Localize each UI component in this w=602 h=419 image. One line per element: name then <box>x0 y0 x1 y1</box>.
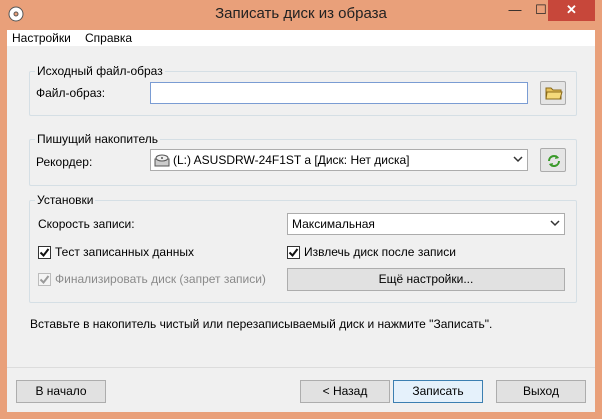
refresh-button[interactable] <box>540 148 566 172</box>
verify-data-label[interactable]: Тест записанных данных <box>55 245 194 259</box>
file-image-input[interactable] <box>150 82 528 104</box>
eject-disc-checkbox[interactable] <box>287 246 300 259</box>
menu-help[interactable]: Справка <box>85 31 132 45</box>
menu-settings[interactable]: Настройки <box>12 31 71 45</box>
chevron-down-icon <box>550 220 560 227</box>
chevron-down-icon <box>513 156 523 163</box>
recorder-select[interactable]: (L:) ASUSDRW-24F1ST a [Диск: Нет диска] <box>150 149 528 171</box>
file-image-label: Файл-образ: <box>36 86 106 100</box>
burn-button[interactable]: Записать <box>393 380 483 403</box>
drive-group-title: Пишущий накопитель <box>35 132 161 146</box>
source-image-group: Исходный файл-образ Файл-образ: <box>29 64 577 116</box>
title-bar[interactable]: Записать диск из образа — ☐ ✕ <box>0 0 602 30</box>
recorder-label: Рекордер: <box>36 155 93 169</box>
browse-button[interactable] <box>540 81 566 105</box>
more-settings-button[interactable]: Ещё настройки... <box>287 268 565 291</box>
source-group-title: Исходный файл-образ <box>35 64 165 78</box>
back-button[interactable]: < Назад <box>300 380 390 403</box>
folder-icon <box>545 87 563 100</box>
drive-group: Пишущий накопитель Рекордер: (L:) ASUSDR… <box>29 132 577 186</box>
settings-group-title: Установки <box>35 193 96 207</box>
write-speed-label: Скорость записи: <box>38 217 135 231</box>
instruction-text: Вставьте в накопитель чистый или перезап… <box>30 317 493 331</box>
checkmark-icon <box>39 275 50 285</box>
settings-group: Установки Скорость записи: Максимальная … <box>29 193 577 303</box>
burn-image-window: Записать диск из образа — ☐ ✕ Настройки … <box>0 0 602 419</box>
refresh-icon <box>548 155 560 167</box>
write-speed-value: Максимальная <box>292 217 375 231</box>
eject-disc-label[interactable]: Извлечь диск после записи <box>304 245 456 259</box>
checkmark-icon <box>39 248 50 258</box>
home-button[interactable]: В начало <box>16 380 106 403</box>
footer-separator <box>7 367 595 368</box>
menu-bar: Настройки Справка <box>7 30 595 47</box>
write-speed-select[interactable]: Максимальная <box>287 213 565 235</box>
recorder-value: (L:) ASUSDRW-24F1ST a [Диск: Нет диска] <box>173 153 410 167</box>
finalize-disc-label: Финализировать диск (запрет записи) <box>55 272 266 286</box>
dialog-body: Настройки Справка Исходный файл-образ Фа… <box>7 30 595 412</box>
exit-button[interactable]: Выход <box>496 380 586 403</box>
finalize-disc-checkbox <box>38 273 51 286</box>
verify-data-checkbox[interactable] <box>38 246 51 259</box>
close-button[interactable]: ✕ <box>548 0 595 21</box>
minimize-button[interactable]: — <box>502 0 528 21</box>
cd-drive-icon <box>154 154 170 167</box>
checkmark-icon <box>288 248 299 258</box>
